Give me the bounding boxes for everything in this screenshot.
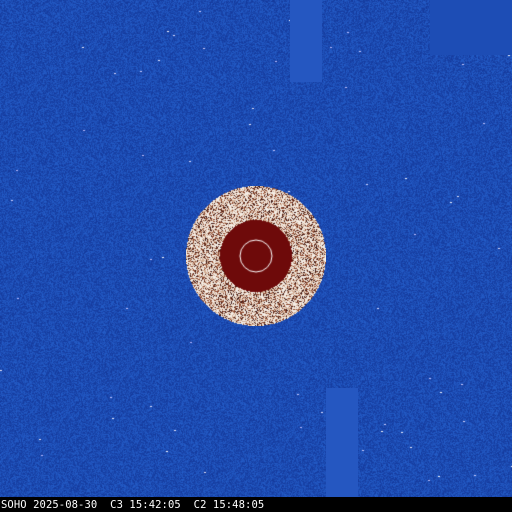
missing-data-block (290, 0, 322, 82)
c3-time: C3 15:42:05 (110, 499, 181, 511)
timestamp-bar: SOHO 2025-08-30 C3 15:42:05 C2 15:48:05 (1, 498, 264, 512)
observation-date: 2025-08-30 (33, 499, 98, 511)
missing-data-block (430, 0, 512, 55)
missing-data-block (326, 388, 358, 497)
coronagraph-image: SOHO 2025-08-30 C3 15:42:05 C2 15:48:05 (0, 0, 512, 512)
observatory-label: SOHO (1, 499, 27, 511)
inner-corona-c2 (186, 186, 326, 326)
c2-time: C2 15:48:05 (193, 499, 265, 511)
coronagraph-field (0, 0, 512, 497)
